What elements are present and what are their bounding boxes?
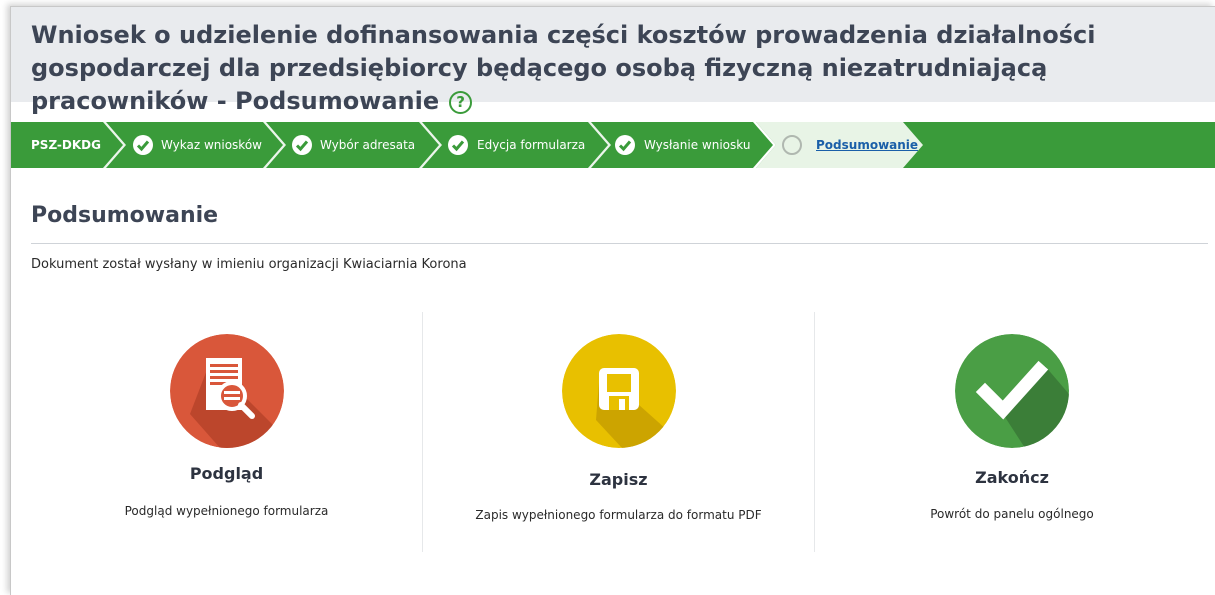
finish-description: Powrót do panelu ogólnego	[930, 507, 1094, 521]
finish-title[interactable]: Zakończ	[816, 468, 1208, 487]
step-2-check-icon	[292, 135, 312, 155]
section-divider	[31, 243, 1208, 244]
action-cards: Podgląd Podgląd wypełnionego formularza …	[31, 312, 1208, 552]
preview-card[interactable]: Podgląd Podgląd wypełnionego formularza	[31, 312, 423, 552]
finish-card[interactable]: Zakończ Powrót do panelu ogólnego	[816, 312, 1208, 552]
checkmark-icon[interactable]	[955, 334, 1069, 448]
step-podsumowanie[interactable]: Podsumowanie	[816, 122, 918, 168]
step-5-current-icon	[782, 135, 802, 155]
step-4-check-icon	[615, 135, 635, 155]
step-1-check-icon	[133, 135, 153, 155]
page-title-text: Wniosek o udzielenie dofinansowania częś…	[31, 21, 1096, 115]
step-wykaz-wnioskow[interactable]: Wykaz wniosków	[161, 122, 262, 168]
step-edycja-formularza[interactable]: Edycja formularza	[477, 122, 585, 168]
floppy-disk-icon[interactable]	[561, 334, 676, 448]
step-wyslanie-wniosku[interactable]: Wysłanie wniosku	[644, 122, 750, 168]
save-card[interactable]: Zapisz Zapis wypełnionego formularza do …	[423, 312, 815, 552]
save-title[interactable]: Zapisz	[423, 470, 814, 489]
step-wybor-adresata[interactable]: Wybór adresata	[320, 122, 415, 168]
page-header: Wniosek o udzielenie dofinansowania częś…	[11, 7, 1215, 115]
document-search-icon[interactable]	[169, 334, 284, 448]
save-description: Zapis wypełnionego formularza do formatu…	[475, 508, 762, 522]
help-icon[interactable]: ?	[449, 91, 473, 114]
application-window: Wniosek o udzielenie dofinansowania częś…	[10, 6, 1215, 595]
step-3-check-icon	[448, 135, 468, 155]
section-title: Podsumowanie	[31, 203, 219, 228]
step-code: PSZ-DKDG	[31, 138, 101, 152]
page-title: Wniosek o udzielenie dofinansowania częś…	[31, 19, 1195, 118]
organization-info: Dokument został wysłany w imieniu organi…	[31, 257, 467, 272]
preview-description: Podgląd wypełnionego formularza	[124, 504, 329, 518]
progress-steps: PSZ-DKDG Wykaz wniosków Wybór adresata E…	[11, 122, 1215, 168]
preview-title[interactable]: Podgląd	[31, 464, 422, 483]
